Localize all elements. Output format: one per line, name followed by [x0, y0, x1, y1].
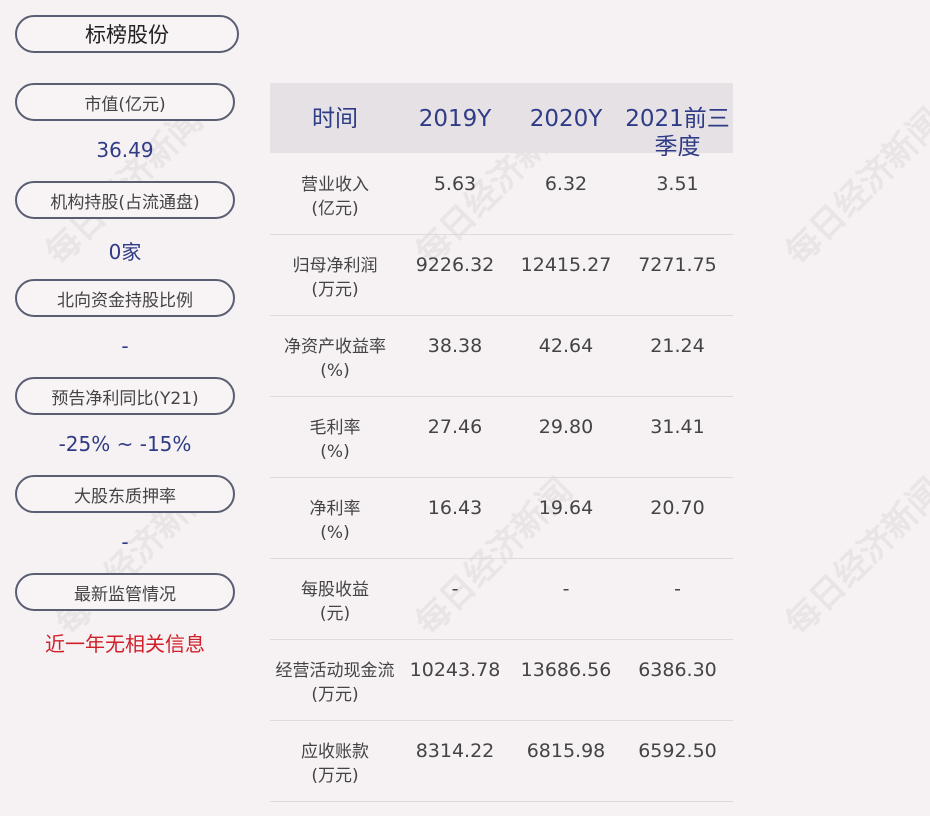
table-cell: 8314.22: [415, 740, 495, 762]
table-cell: 6592.50: [638, 740, 717, 762]
table-row: 净资产收益率 (%) 38.38 42.64 21.24: [270, 315, 733, 397]
table-row: 归母净利润 (万元) 9226.32 12415.27 7271.75: [270, 234, 733, 316]
table-cell: 6386.30: [638, 659, 717, 681]
metric-label-pledge-ratio: 大股东质押率: [15, 475, 235, 513]
table-cell: -: [562, 578, 570, 600]
row-label: 经营活动现金流 (万元): [275, 661, 395, 705]
header-time: 时间: [312, 106, 358, 132]
metric-value-pledge-ratio: -: [121, 530, 129, 554]
table-cell: 42.64: [538, 335, 594, 357]
table-cell: 10243.78: [409, 659, 501, 681]
watermark: 每日经济新闻: [778, 470, 930, 644]
table-cell: 29.80: [538, 416, 594, 438]
table-row: 毛利率 (%) 27.46 29.80 31.41: [270, 396, 733, 478]
table-cell: 9226.32: [415, 254, 495, 276]
watermark: 每日经济新闻: [778, 100, 930, 274]
header-2019: 2019Y: [418, 106, 492, 132]
row-label: 营业收入 (亿元): [301, 175, 369, 219]
row-label: 净资产收益率 (%): [284, 337, 386, 381]
metric-value-institutional-holding: 0家: [108, 240, 142, 264]
header-2020: 2020Y: [529, 106, 603, 132]
table-cell: 7271.75: [638, 254, 717, 276]
table-row: 净利率 (%) 16.43 19.64 20.70: [270, 477, 733, 559]
metric-label-regulatory: 最新监管情况: [15, 573, 235, 611]
table-row: 应收账款 (万元) 8314.22 6815.98 6592.50: [270, 720, 733, 802]
table-row: 营业收入 (亿元) 5.63 6.32 3.51: [270, 153, 733, 235]
table-row: 经营活动现金流 (万元) 10243.78 13686.56 6386.30: [270, 639, 733, 721]
table-cell: 6815.98: [526, 740, 606, 762]
row-label: 归母净利润 (万元): [292, 256, 378, 300]
row-label: 每股收益 (元): [301, 580, 369, 624]
table-cell: 31.41: [650, 416, 705, 438]
metric-value-profit-forecast: -25% ~ -15%: [58, 432, 192, 456]
table-cell: 12415.27: [520, 254, 612, 276]
table-cell: 19.64: [538, 497, 594, 519]
table-cell: -: [451, 578, 459, 600]
table-cell: 3.51: [656, 173, 699, 195]
row-label: 毛利率 (%): [309, 418, 361, 462]
table-cell: 21.24: [650, 335, 705, 357]
table-cell: 13686.56: [520, 659, 612, 681]
row-label: 净利率 (%): [309, 499, 361, 543]
metric-label-institutional-holding: 机构持股(占流通盘): [15, 181, 235, 219]
metric-value-northbound-ratio: -: [121, 334, 129, 358]
table-cell: -: [674, 578, 681, 600]
row-label: 应收账款 (万元): [301, 742, 369, 786]
table-cell: 38.38: [427, 335, 483, 357]
table-cell: 5.63: [433, 173, 477, 195]
company-name: 标榜股份: [15, 15, 239, 53]
table-cell: 6.32: [544, 173, 588, 195]
table-row: 每股收益 (元) - - -: [270, 558, 733, 640]
table-cell: 16.43: [427, 497, 483, 519]
metric-label-profit-forecast: 预告净利同比(Y21): [15, 377, 235, 415]
table-cell: 27.46: [427, 416, 483, 438]
metric-value-market-cap: 36.49: [96, 138, 154, 162]
table-header: 时间 2019Y 2020Y 2021前三季度: [270, 83, 733, 160]
table-cell: 20.70: [650, 497, 705, 519]
metric-label-market-cap: 市值(亿元): [15, 83, 235, 121]
metric-label-northbound-ratio: 北向资金持股比例: [15, 279, 235, 317]
metric-value-regulatory: 近一年无相关信息: [45, 632, 205, 656]
